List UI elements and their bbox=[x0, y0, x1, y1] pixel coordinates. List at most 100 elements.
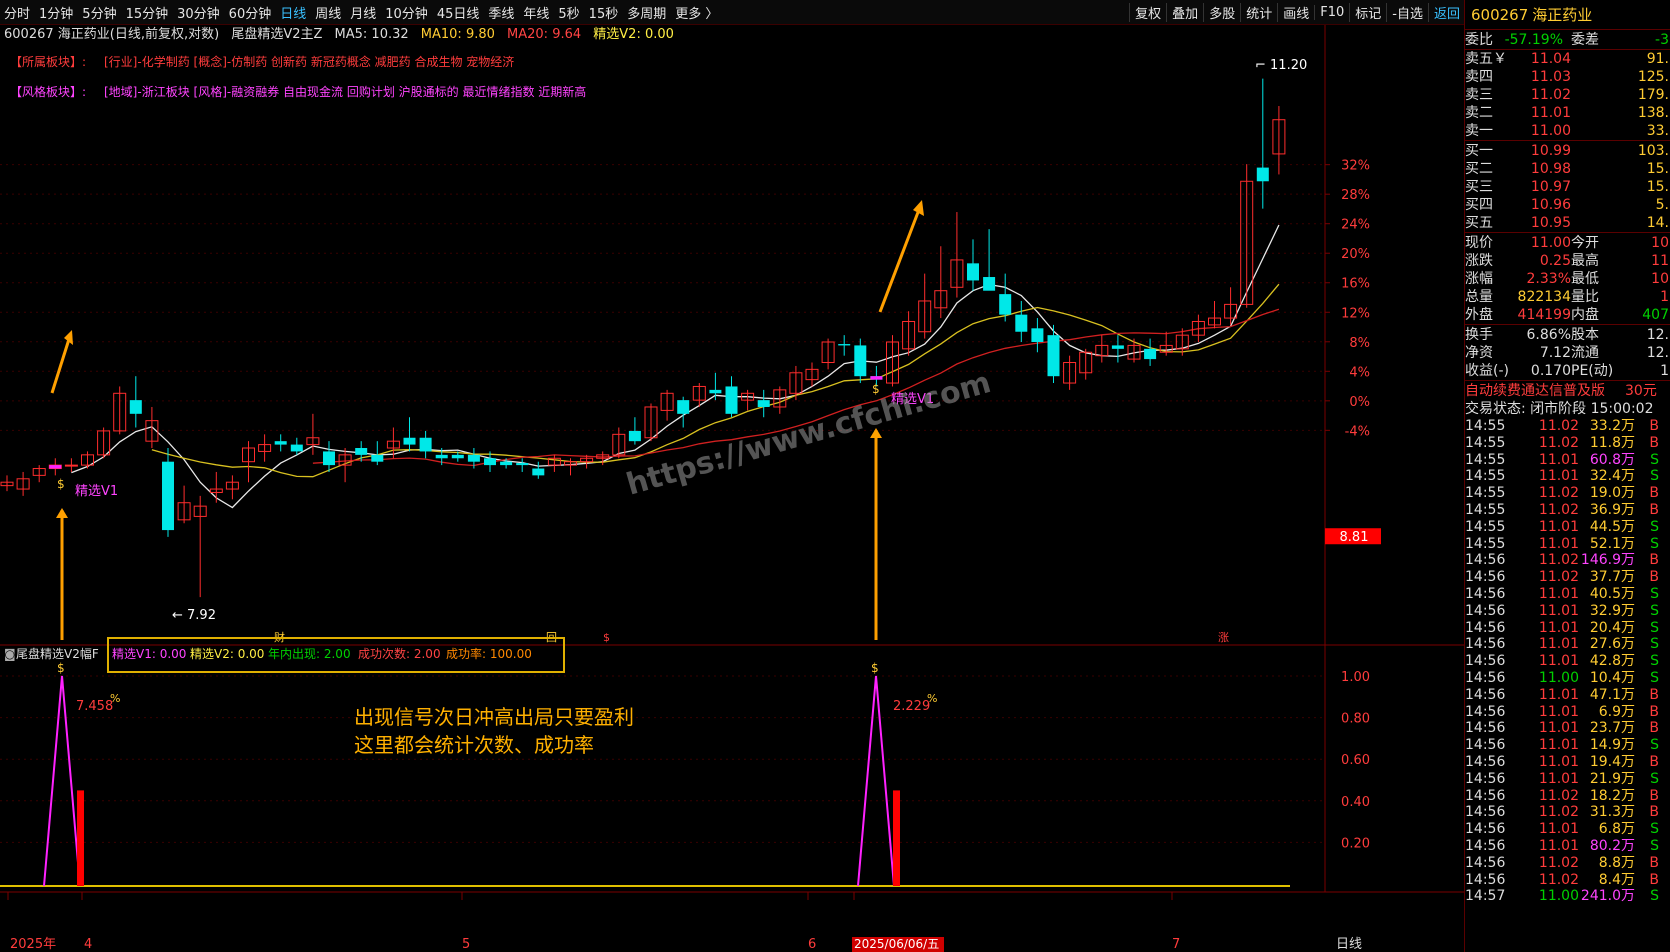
period-tab-4[interactable]: 30分钟 bbox=[177, 3, 220, 22]
tick-row-16: 14:56 11.01 47.1万 B bbox=[1465, 687, 1670, 704]
tick-time: 14:56 bbox=[1465, 737, 1506, 754]
tick-time: 14:55 bbox=[1465, 468, 1506, 485]
period-tab-6[interactable]: 日线 bbox=[280, 3, 306, 22]
tick-price: 11.01 bbox=[1538, 636, 1579, 653]
candle-body bbox=[709, 389, 722, 394]
period-tab-5[interactable]: 60分钟 bbox=[229, 3, 272, 22]
tick-price: 11.01 bbox=[1538, 703, 1579, 720]
stat2-value: 0.170 bbox=[1530, 363, 1571, 379]
bid-label: 买四 bbox=[1465, 197, 1493, 213]
candle-body bbox=[274, 441, 287, 445]
indicator-name[interactable]: 尾盘精选V2主Z bbox=[231, 27, 322, 42]
tick-row-12: 14:56 11.01 20.4万 S bbox=[1465, 620, 1670, 637]
sub-v2: 精选V2: 0.00 bbox=[190, 647, 264, 661]
tick-price: 11.02 bbox=[1538, 569, 1579, 586]
bid-price: 10.99 bbox=[1530, 143, 1571, 159]
candle-body bbox=[757, 400, 770, 407]
ad-row: 自动续费通达信普及版 30元 bbox=[1465, 380, 1670, 400]
candle-body bbox=[725, 386, 738, 414]
ask-label: 卖一 bbox=[1465, 123, 1493, 139]
tick-time: 14:56 bbox=[1465, 837, 1506, 854]
stat-label: 今开 bbox=[1571, 235, 1599, 251]
tick-side: S bbox=[1650, 518, 1659, 535]
signal-bar bbox=[77, 790, 84, 886]
stat2-value: 7.12 bbox=[1539, 345, 1571, 361]
period-tab-15[interactable]: 多周期 bbox=[627, 3, 666, 22]
tick-row-11: 14:56 11.01 32.9万 S bbox=[1465, 603, 1670, 620]
tick-volume: 14.9万 bbox=[1589, 737, 1635, 754]
sector-text: [行业]-化学制药 [概念]-仿制药 创新药 新冠药概念 减肥药 合成生物 宠物… bbox=[104, 54, 514, 69]
sub-axis-label: 0.20 bbox=[1341, 836, 1370, 851]
signal-bar bbox=[893, 790, 900, 886]
signal-candle bbox=[870, 376, 883, 380]
tick-volume: 47.1万 bbox=[1589, 686, 1635, 703]
tick-price: 11.02 bbox=[1538, 787, 1579, 804]
quote-code: 600267 bbox=[1471, 5, 1529, 24]
stat-value: 822134 bbox=[1517, 289, 1571, 305]
period-tab-12[interactable]: 年线 bbox=[523, 3, 549, 22]
tick-price: 11.01 bbox=[1538, 837, 1579, 854]
period-tab-0[interactable]: 分时 bbox=[4, 3, 30, 22]
money-bag-icon: $ bbox=[57, 477, 65, 491]
period-tab-1[interactable]: 1分钟 bbox=[39, 3, 73, 22]
tick-time: 14:56 bbox=[1465, 854, 1506, 871]
period-tab-10[interactable]: 45日线 bbox=[437, 3, 480, 22]
candle-body bbox=[484, 458, 496, 466]
ask-price: 11.04 bbox=[1530, 51, 1571, 67]
toolbar: 分时 1分钟 5分钟 15分钟 30分钟 60分钟 日线 周线 月线 10分钟 45日线 季线 年线 5秒… bbox=[0, 0, 1464, 25]
tool-button-4[interactable]: 画线 bbox=[1277, 3, 1309, 22]
tick-price: 11.01 bbox=[1538, 468, 1579, 485]
tool-button-2[interactable]: 多股 bbox=[1203, 3, 1235, 22]
ask-price: 11.03 bbox=[1530, 69, 1571, 85]
tick-volume: 11.8万 bbox=[1589, 434, 1635, 451]
tool-button-3[interactable]: 统计 bbox=[1240, 3, 1272, 22]
ad-price: 30元 bbox=[1625, 383, 1657, 399]
collapse-icon: ◙ bbox=[4, 647, 16, 661]
tick-row-4: 14:55 11.02 19.0万 B bbox=[1465, 485, 1670, 502]
kline-chart[interactable]: 32% 28% 24% 20% 16% 12% 8% 4% 0% -4% 8.81 ⌐ 11.20 ← … bbox=[0, 0, 1464, 952]
bid-volume: 15. bbox=[1646, 179, 1669, 195]
period-tab-14[interactable]: 15秒 bbox=[589, 3, 619, 22]
tool-button-7[interactable]: -自选 bbox=[1386, 3, 1423, 22]
tick-time: 14:55 bbox=[1465, 485, 1506, 502]
tool-button-0[interactable]: 复权 bbox=[1129, 3, 1161, 22]
money-bag-icon: $ bbox=[871, 661, 879, 675]
tool-button-6[interactable]: 标记 bbox=[1349, 3, 1381, 22]
trade-state-row: 交易状态: 闭市阶段 15:00:02 bbox=[1465, 400, 1670, 418]
ask-volume: 33. bbox=[1646, 123, 1669, 139]
period-tab-13[interactable]: 5秒 bbox=[558, 3, 579, 22]
tick-time: 14:56 bbox=[1465, 804, 1506, 821]
ask-volume: 125. bbox=[1637, 69, 1669, 85]
tick-price: 11.02 bbox=[1538, 485, 1579, 502]
tool-button-5[interactable]: F10 bbox=[1314, 5, 1344, 20]
period-tab-3[interactable]: 15分钟 bbox=[126, 3, 169, 22]
period-tab-2[interactable]: 5分钟 bbox=[82, 3, 116, 22]
tick-price: 11.02 bbox=[1538, 804, 1579, 821]
tick-volume: 6.8万 bbox=[1598, 821, 1635, 838]
period-tab-11[interactable]: 季线 bbox=[488, 3, 514, 22]
period-tab-9[interactable]: 10分钟 bbox=[385, 3, 428, 22]
date-label: 2025年 bbox=[10, 937, 56, 952]
period-tab-16[interactable]: 更多 〉 bbox=[675, 3, 718, 22]
bid-price: 10.98 bbox=[1530, 161, 1571, 177]
period-tab-7[interactable]: 周线 bbox=[315, 3, 341, 22]
sub-v1: 精选V1: 0.00 bbox=[112, 647, 186, 661]
tick-time: 14:56 bbox=[1465, 703, 1506, 720]
percent-sign: % bbox=[110, 692, 120, 705]
tick-row-9: 14:56 11.02 37.7万 B bbox=[1465, 569, 1670, 586]
tick-side: S bbox=[1650, 602, 1659, 619]
tool-button-1[interactable]: 叠加 bbox=[1166, 3, 1198, 22]
tick-row-10: 14:56 11.01 40.5万 S bbox=[1465, 586, 1670, 603]
tick-time: 14:55 bbox=[1465, 434, 1506, 451]
stat-label: 外盘 bbox=[1465, 307, 1493, 323]
annotation-text: 这里都会统计次数、成功率 bbox=[354, 733, 594, 757]
tool-button-8[interactable]: 返回 bbox=[1427, 3, 1460, 22]
tick-volume: 23.7万 bbox=[1589, 720, 1635, 737]
tick-price: 11.01 bbox=[1538, 770, 1579, 787]
period-tab-8[interactable]: 月线 bbox=[350, 3, 376, 22]
candle-body bbox=[323, 451, 335, 466]
bottom-period-tab[interactable]: 日线 bbox=[1336, 937, 1362, 952]
price-axis-label: 16% bbox=[1341, 277, 1370, 292]
stat2-label: 收益(-) bbox=[1465, 363, 1509, 379]
tick-time: 14:55 bbox=[1465, 535, 1506, 552]
